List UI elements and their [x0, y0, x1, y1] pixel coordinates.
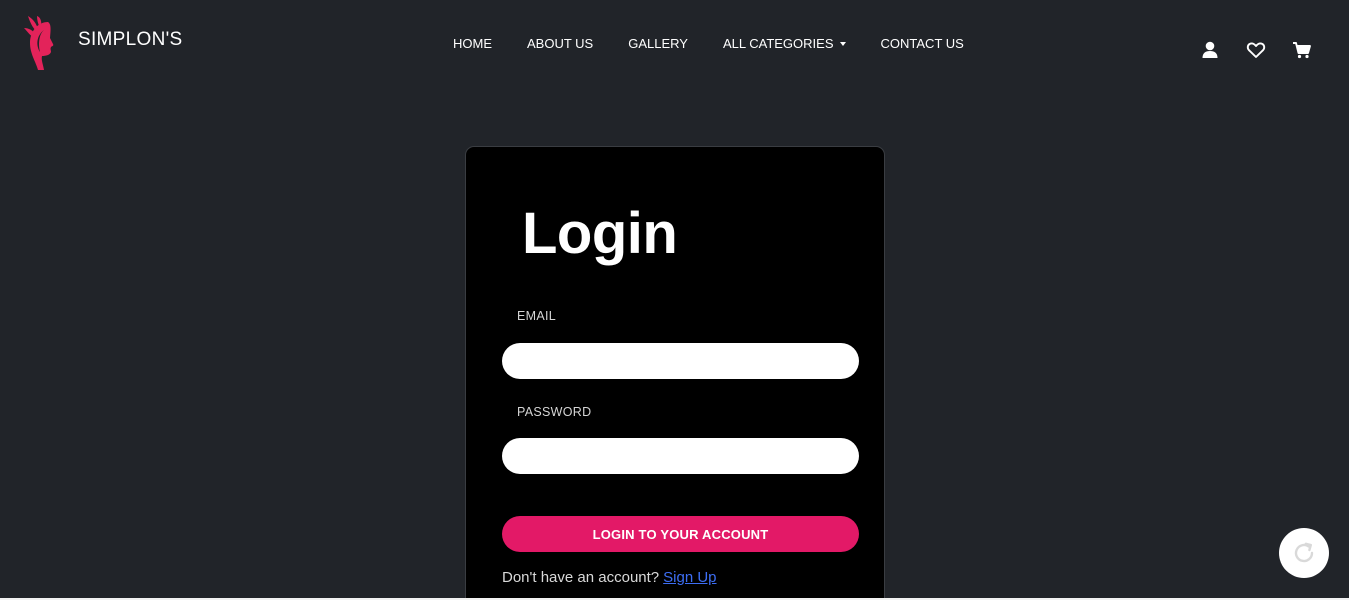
- password-input[interactable]: [502, 438, 859, 474]
- main-nav: HOME ABOUT US GALLERY ALL CATEGORIES CON…: [453, 36, 964, 51]
- brand-name: SIMPLON'S: [78, 29, 183, 50]
- user-icon[interactable]: [1200, 40, 1220, 60]
- nav-all-categories-label: ALL CATEGORIES: [722, 36, 834, 51]
- heart-icon[interactable]: [1246, 40, 1266, 60]
- nav-contact-link[interactable]: CONTACT US: [881, 36, 964, 51]
- refresh-icon: [1294, 542, 1314, 563]
- nav-gallery-link[interactable]: GALLERY: [628, 36, 688, 51]
- signup-prompt-text: Don't have an account?: [502, 569, 660, 586]
- login-title: Login: [522, 201, 678, 266]
- email-label: EMAIL: [517, 309, 557, 323]
- nav-home-link[interactable]: HOME: [453, 36, 492, 51]
- brand-link[interactable]: SIMPLON'S: [24, 16, 183, 72]
- nav-icons: [1200, 40, 1312, 60]
- signup-link[interactable]: Sign Up: [663, 569, 716, 586]
- email-input[interactable]: [502, 343, 859, 379]
- nav-all-categories-dropdown[interactable]: ALL CATEGORIES: [723, 36, 846, 51]
- navbar: SIMPLON'S HOME ABOUT US GALLERY ALL CATE…: [0, 0, 1349, 88]
- login-card: Login EMAIL PASSWORD LOGIN TO YOUR ACCOU…: [465, 146, 885, 600]
- woman-profile-logo-icon: [24, 16, 54, 70]
- caret-down-icon: [839, 41, 846, 46]
- nav-about-link[interactable]: ABOUT US: [527, 36, 593, 51]
- signup-prompt-line: Don't have an account? Sign Up: [502, 569, 717, 586]
- login-submit-button[interactable]: LOGIN TO YOUR ACCOUNT: [502, 516, 859, 552]
- floating-refresh-button[interactable]: [1279, 528, 1329, 578]
- password-label: PASSWORD: [517, 405, 592, 419]
- page: SIMPLON'S HOME ABOUT US GALLERY ALL CATE…: [0, 0, 1349, 600]
- cart-icon[interactable]: [1292, 40, 1312, 60]
